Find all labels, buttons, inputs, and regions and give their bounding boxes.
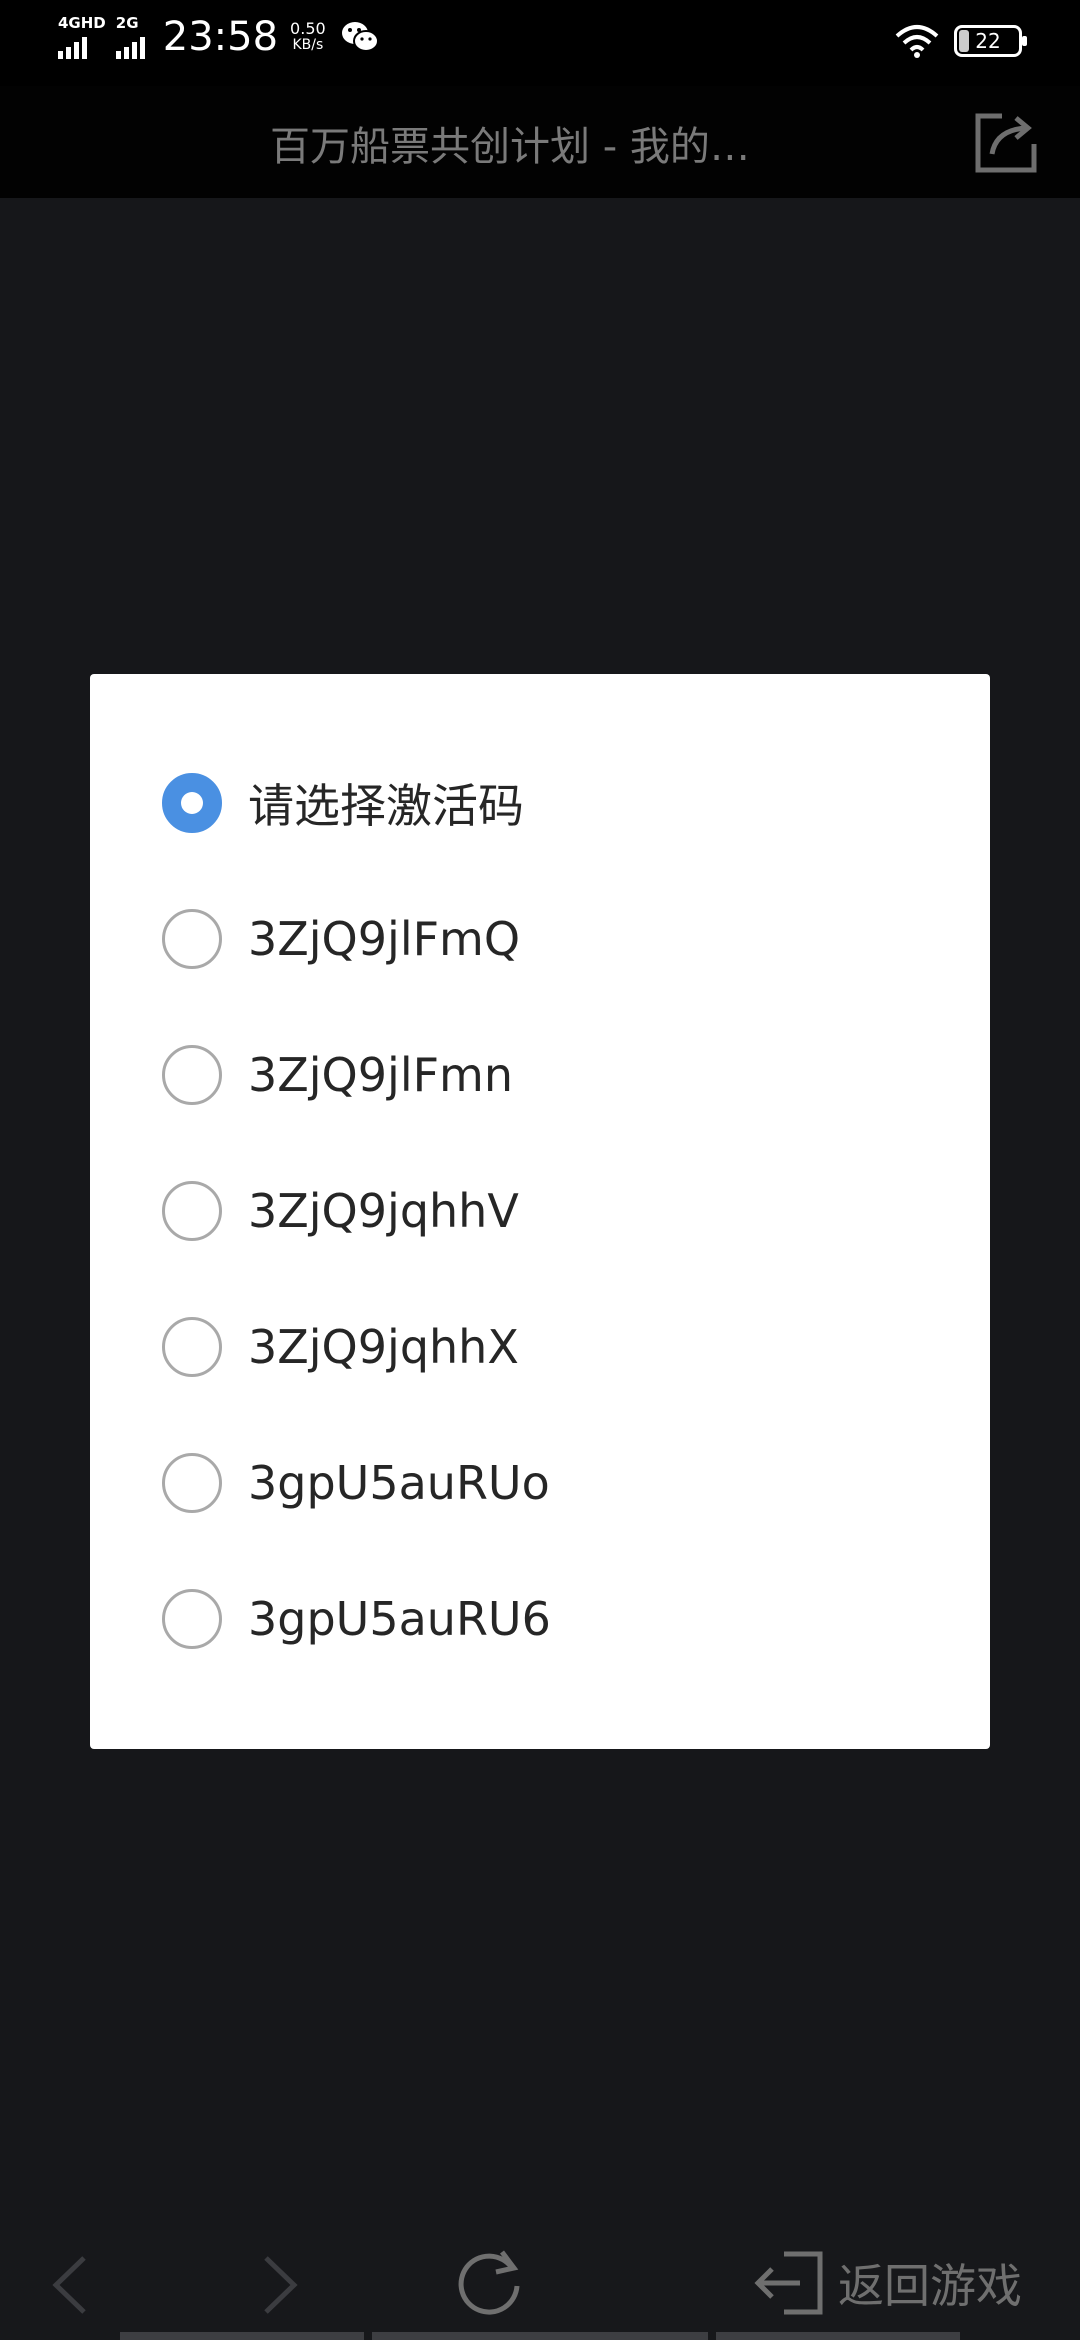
option-code[interactable]: 3ZjQ9jlFmn	[162, 1030, 922, 1120]
signal-bars-icon	[115, 35, 145, 59]
option-placeholder[interactable]: 请选择激活码	[162, 758, 922, 848]
speed-unit: KB/s	[292, 37, 324, 53]
network-label-2: 2G	[115, 14, 139, 32]
radio-icon[interactable]	[162, 1181, 222, 1241]
option-code[interactable]: 3ZjQ9jlFmQ	[162, 894, 922, 984]
radio-selected-icon[interactable]	[162, 773, 222, 833]
status-right: 22	[894, 24, 1027, 58]
option-label: 3ZjQ9jlFmQ	[248, 912, 521, 966]
return-to-game-label: 返回游戏	[838, 2259, 1022, 2313]
radio-icon[interactable]	[162, 1453, 222, 1513]
option-label: 3gpU5auRUo	[248, 1456, 550, 1510]
battery-level: 22	[975, 29, 1001, 53]
option-code[interactable]: 3ZjQ9jqhhX	[162, 1302, 922, 1392]
radio-icon[interactable]	[162, 909, 222, 969]
exit-icon	[754, 2251, 823, 2315]
share-icon[interactable]	[972, 108, 1040, 176]
network-speed: 0.50 KB/s	[290, 20, 326, 54]
option-label: 3ZjQ9jqhhX	[248, 1320, 519, 1374]
battery-icon: 22	[954, 25, 1027, 57]
back-icon[interactable]	[42, 2252, 102, 2318]
wechat-icon	[341, 22, 379, 52]
status-left: 4GHD 2G 23:58 0.50 KB/s	[58, 14, 380, 60]
activation-code-dialog: 请选择激活码 3ZjQ9jlFmQ 3ZjQ9jlFmn 3ZjQ9jqhhV …	[90, 674, 990, 1749]
wifi-icon	[895, 25, 939, 58]
bottom-toolbar: 返回游戏	[0, 2230, 1080, 2340]
radio-icon[interactable]	[162, 1317, 222, 1377]
clock: 23:58	[162, 14, 279, 60]
signal-bars-icon	[58, 35, 87, 59]
signal-2: 2G	[115, 14, 145, 59]
page-title: 百万船票共创计划 - 我的…	[270, 124, 750, 170]
option-label: 3gpU5auRU6	[248, 1592, 551, 1646]
network-label-1: 4GHD	[58, 14, 106, 32]
option-code[interactable]: 3gpU5auRUo	[162, 1438, 922, 1528]
option-label: 3ZjQ9jlFmn	[248, 1048, 514, 1102]
refresh-icon[interactable]	[450, 2244, 528, 2322]
option-label: 3ZjQ9jqhhV	[248, 1184, 519, 1238]
title-bar: 百万船票共创计划 - 我的…	[0, 86, 1080, 198]
speed-value: 0.50	[290, 19, 326, 38]
option-label: 请选择激活码	[248, 779, 524, 833]
status-bar: 4GHD 2G 23:58 0.50 KB/s 22	[0, 0, 1080, 86]
signal-1: 4GHD	[58, 15, 106, 59]
option-code[interactable]: 3gpU5auRU6	[162, 1574, 922, 1664]
forward-icon[interactable]	[248, 2252, 308, 2318]
option-code[interactable]: 3ZjQ9jqhhV	[162, 1166, 922, 1256]
radio-icon[interactable]	[162, 1045, 222, 1105]
radio-icon[interactable]	[162, 1589, 222, 1649]
return-to-game-button[interactable]: 返回游戏	[752, 2248, 1022, 2318]
home-indicator	[120, 2332, 960, 2340]
